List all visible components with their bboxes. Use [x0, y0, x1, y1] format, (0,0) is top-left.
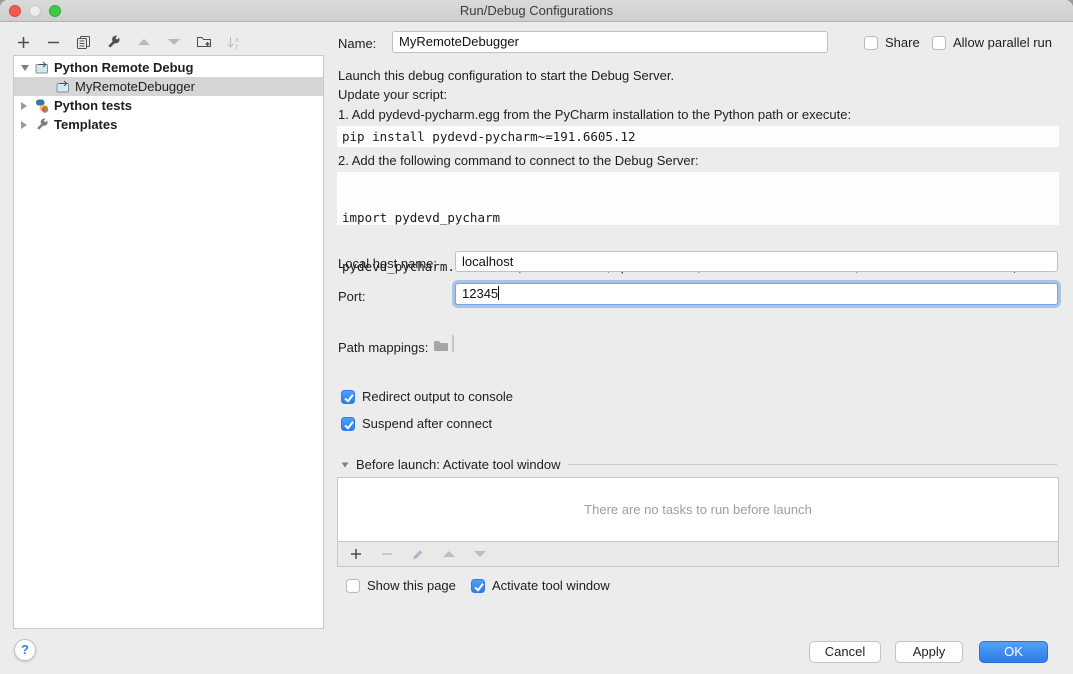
show-this-page-option: Show this page — [346, 578, 456, 593]
description-line-2: Update your script: — [338, 87, 447, 102]
port-input[interactable]: 12345 — [455, 283, 1058, 305]
local-host-name-input[interactable]: localhost — [455, 251, 1058, 272]
remove-configuration-button[interactable] — [45, 34, 62, 51]
share-option: Share — [864, 35, 920, 50]
tree-item-templates[interactable]: Templates — [14, 115, 323, 134]
edit-task-button[interactable] — [409, 546, 426, 563]
pip-command-snippet[interactable]: pip install pydevd-pycharm~=191.6605.12 — [337, 126, 1059, 147]
apply-button[interactable]: Apply — [895, 641, 963, 663]
add-configuration-button[interactable] — [15, 34, 32, 51]
step-1-text: 1. Add pydevd-pycharm.egg from the PyCha… — [338, 107, 851, 122]
activate-tool-window-label: Activate tool window — [492, 578, 610, 593]
before-launch-section-header[interactable]: Before launch: Activate tool window — [341, 457, 1057, 472]
help-button[interactable]: ? — [14, 639, 36, 661]
suspend-after-connect-label: Suspend after connect — [362, 416, 492, 431]
settrace-code-snippet[interactable]: import pydevd_pycharm pydevd_pycharm.set… — [337, 172, 1059, 225]
text-caret — [498, 286, 499, 300]
edit-templates-button[interactable] — [105, 34, 122, 51]
local-host-name-label: Local host name: — [338, 256, 437, 271]
folder-icon[interactable] — [433, 339, 448, 352]
before-launch-title: Before launch: Activate tool window — [356, 457, 561, 472]
before-launch-tasks-panel: There are no tasks to run before launch — [337, 477, 1059, 567]
pencil-icon — [411, 548, 424, 561]
run-debug-configurations-dialog: Run/Debug Configurations — [0, 0, 1073, 674]
sort-az-icon: a z — [226, 35, 241, 50]
close-button[interactable] — [9, 5, 21, 17]
plus-icon — [350, 548, 362, 560]
create-folder-button[interactable] — [195, 34, 212, 51]
traffic-lights — [9, 5, 61, 17]
add-task-button[interactable] — [347, 546, 364, 563]
svg-text:a: a — [235, 36, 239, 43]
redirect-output-option: Redirect output to console — [341, 389, 513, 404]
move-up-button[interactable] — [135, 34, 152, 51]
up-triangle-icon — [443, 551, 455, 557]
collapse-triangle-icon[interactable] — [342, 462, 349, 467]
ok-button[interactable]: OK — [979, 641, 1048, 663]
redirect-output-checkbox[interactable] — [341, 390, 355, 404]
name-input[interactable]: MyRemoteDebugger — [392, 31, 828, 53]
share-checkbox[interactable] — [864, 36, 878, 50]
expander-open-icon[interactable] — [21, 65, 30, 71]
move-task-up-button[interactable] — [440, 546, 457, 563]
code-line-1: import pydevd_pycharm — [342, 208, 1059, 227]
zoom-button[interactable] — [49, 5, 61, 17]
share-label: Share — [885, 35, 920, 50]
configurations-toolbar: a z — [15, 31, 242, 53]
copy-configuration-button[interactable] — [75, 34, 92, 51]
move-down-button[interactable] — [165, 34, 182, 51]
minus-icon — [47, 36, 60, 49]
python-tests-icon — [35, 99, 49, 113]
tree-item-myremotedebugger[interactable]: MyRemoteDebugger — [14, 77, 323, 96]
tree-item-label: Python Remote Debug — [54, 60, 193, 75]
sort-configurations-button[interactable]: a z — [225, 34, 242, 51]
move-task-down-button[interactable] — [471, 546, 488, 563]
path-mappings-label: Path mappings: — [338, 340, 428, 355]
activate-tool-window-option: Activate tool window — [471, 578, 610, 593]
wrench-icon — [106, 35, 121, 50]
run-config-icon — [56, 80, 70, 93]
configurations-tree: Python Remote Debug MyRemoteDebugger Pyt… — [13, 55, 324, 629]
plus-icon — [17, 36, 30, 49]
path-mappings-field[interactable] — [452, 335, 454, 352]
minus-icon — [381, 548, 393, 560]
expander-closed-icon[interactable] — [21, 102, 30, 110]
suspend-after-connect-option: Suspend after connect — [341, 416, 492, 431]
allow-parallel-option: Allow parallel run — [932, 35, 1052, 50]
description-line-1: Launch this debug configuration to start… — [338, 68, 674, 83]
step-2-text: 2. Add the following command to connect … — [338, 153, 699, 168]
no-tasks-message: There are no tasks to run before launch — [338, 478, 1058, 541]
run-config-icon — [35, 61, 49, 74]
up-triangle-icon — [138, 39, 150, 45]
allow-parallel-run-checkbox[interactable] — [932, 36, 946, 50]
cancel-button[interactable]: Cancel — [809, 641, 881, 663]
allow-parallel-run-label: Allow parallel run — [953, 35, 1052, 50]
tree-item-python-remote-debug[interactable]: Python Remote Debug — [14, 58, 323, 77]
tasks-toolbar — [338, 541, 1058, 566]
templates-wrench-icon — [35, 118, 49, 132]
show-this-page-label: Show this page — [367, 578, 456, 593]
new-folder-icon — [196, 35, 212, 49]
down-triangle-icon — [168, 39, 180, 45]
tree-item-label: MyRemoteDebugger — [75, 79, 195, 94]
redirect-output-label: Redirect output to console — [362, 389, 513, 404]
tree-item-label: Python tests — [54, 98, 132, 113]
configuration-form: Name: MyRemoteDebugger Share Allow paral… — [337, 0, 1059, 630]
copy-icon — [76, 35, 91, 50]
remove-task-button[interactable] — [378, 546, 395, 563]
port-label: Port: — [338, 289, 365, 304]
svg-text:z: z — [235, 43, 238, 50]
name-label: Name: — [338, 36, 376, 51]
tree-item-python-tests[interactable]: Python tests — [14, 96, 323, 115]
expander-closed-icon[interactable] — [21, 121, 30, 129]
show-this-page-checkbox[interactable] — [346, 579, 360, 593]
suspend-after-connect-checkbox[interactable] — [341, 417, 355, 431]
before-launch-divider — [568, 464, 1057, 465]
minimize-button[interactable] — [29, 5, 41, 17]
activate-tool-window-checkbox[interactable] — [471, 579, 485, 593]
down-triangle-icon — [474, 551, 486, 557]
tree-item-label: Templates — [54, 117, 117, 132]
